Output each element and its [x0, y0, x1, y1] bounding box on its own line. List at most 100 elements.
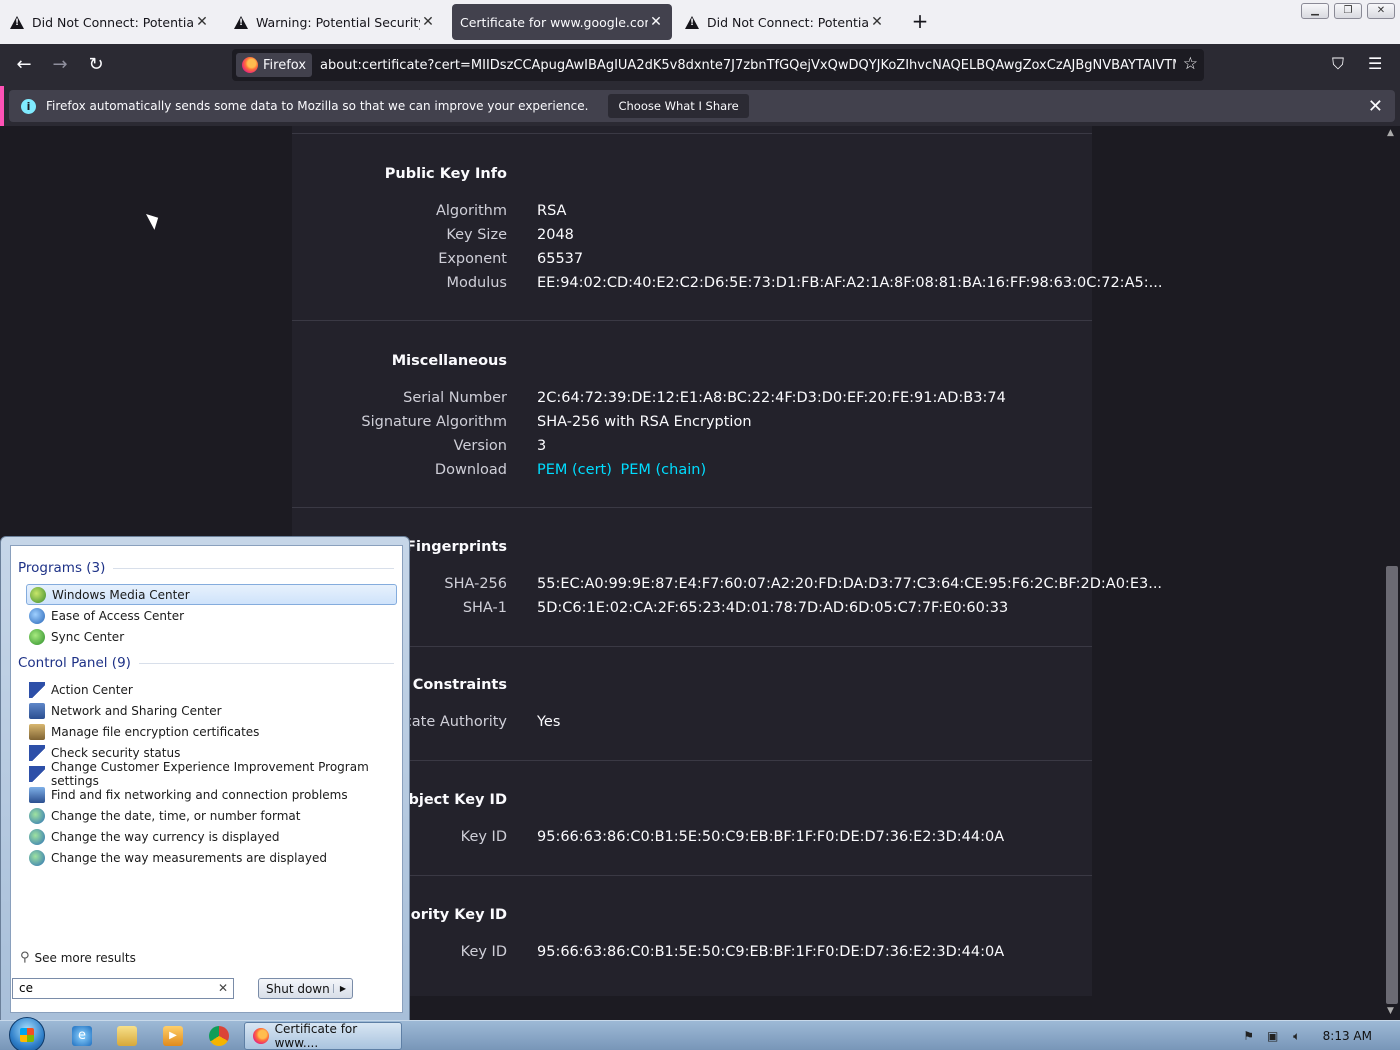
tab-title: Did Not Connect: Potential Security Issu…: [32, 14, 194, 30]
certificate-panel: Public Key Info Algorithm RSA Key Size 2…: [292, 126, 1162, 996]
tab-warning-security-risk[interactable]: Warning: Potential Security Risk Ahead ✕: [226, 4, 444, 40]
result-action-center[interactable]: Action Center: [26, 679, 397, 700]
divider: [138, 662, 394, 664]
result-fix-networking[interactable]: Find and fix networking and connection p…: [26, 784, 397, 805]
row-label: Version: [453, 438, 507, 454]
row-label: SHA-1: [462, 600, 507, 616]
notification-text: Firefox automatically sends some data to…: [46, 99, 589, 113]
row-label: Key ID: [460, 829, 507, 845]
back-button[interactable]: ←: [11, 52, 37, 78]
volume-icon[interactable]: 🔈︎: [1289, 1029, 1305, 1044]
url-text[interactable]: about:certificate?cert=MIIDszCCApugAwIBA…: [320, 58, 1176, 73]
restore-button[interactable]: ❐: [1334, 3, 1362, 19]
tab-did-not-connect-2[interactable]: Did Not Connect: Potential Security Issu…: [677, 4, 893, 40]
shut-down-button[interactable]: Shut down ▶: [258, 978, 353, 999]
pocket-icon[interactable]: ⛉: [1332, 54, 1344, 74]
reload-button[interactable]: ↻: [83, 52, 109, 78]
data-collection-notification: i Firefox automatically sends some data …: [0, 86, 1400, 126]
media-player-icon[interactable]: ▶: [163, 1026, 183, 1046]
close-icon[interactable]: ✕: [420, 14, 436, 30]
vertical-scrollbar[interactable]: ▲ ▼: [1384, 126, 1400, 1020]
row-label: Key ID: [460, 944, 507, 960]
section-title: ic Constraints: [394, 677, 507, 693]
sync-center-icon: [29, 628, 45, 645]
see-more-results-link[interactable]: ⚲ See more results: [20, 950, 136, 965]
tab-did-not-connect-1[interactable]: Did Not Connect: Potential Security Issu…: [2, 4, 218, 40]
result-network-sharing-center[interactable]: Network and Sharing Center: [26, 700, 397, 721]
row-label: cate Authority: [403, 714, 507, 730]
row-label: Exponent: [438, 251, 507, 267]
result-measurements-display[interactable]: Change the way measurements are displaye…: [26, 847, 397, 868]
row-label: Algorithm: [435, 203, 507, 219]
taskbar-firefox-window[interactable]: Certificate for www....: [244, 1022, 402, 1050]
section-fingerprints: Fingerprints SHA-256 55:EC:A0:99:9E:87:E…: [292, 507, 1162, 646]
minimize-button[interactable]: ▁: [1301, 3, 1329, 19]
control-panel-header[interactable]: Control Panel (9): [18, 655, 394, 671]
result-ease-of-access-center[interactable]: Ease of Access Center: [26, 605, 397, 626]
forward-button[interactable]: →: [47, 52, 73, 78]
row-value: 95:66:63:86:C0:B1:5E:50:C9:EB:BF:1F:F0:D…: [537, 944, 1005, 960]
tab-title: Certificate for www.google.com: [460, 14, 648, 30]
choose-what-i-share-button[interactable]: Choose What I Share: [608, 94, 749, 118]
close-icon[interactable]: ✕: [194, 14, 210, 30]
taskbar-window-label: Certificate for www....: [274, 1022, 358, 1050]
internet-explorer-icon[interactable]: e: [72, 1026, 92, 1046]
chrome-icon[interactable]: [209, 1026, 229, 1046]
tab-title: Warning: Potential Security Risk Ahead: [256, 14, 420, 30]
bookmark-star-icon[interactable]: ☆: [1183, 54, 1198, 74]
result-currency-display[interactable]: Change the way currency is displayed: [26, 826, 397, 847]
navigation-toolbar: ← → ↻ Firefox about:certificate?cert=MII…: [0, 44, 1400, 86]
close-icon[interactable]: ✕: [1368, 96, 1383, 117]
close-window-button[interactable]: ✕: [1367, 3, 1395, 19]
scroll-down-icon[interactable]: ▼: [1387, 1006, 1394, 1016]
scroll-up-icon[interactable]: ▲: [1387, 128, 1394, 138]
shut-down-options-arrow-icon[interactable]: ▶: [333, 984, 352, 993]
new-tab-button[interactable]: +: [908, 10, 932, 34]
result-manage-encryption-certificates[interactable]: Manage file encryption certificates: [26, 721, 397, 742]
clear-search-icon[interactable]: ✕: [218, 981, 228, 995]
row-value: 2048: [537, 227, 574, 243]
result-label: Network and Sharing Center: [51, 703, 222, 718]
scrollbar-thumb[interactable]: [1386, 566, 1398, 1004]
file-explorer-icon[interactable]: [117, 1026, 137, 1046]
certificates-icon: [29, 723, 45, 740]
row-version: Version 3: [292, 438, 1092, 462]
row-modulus: Modulus EE:94:02:CD:40:E2:C2:D6:5E:73:D1…: [292, 275, 1162, 299]
pem-cert-link[interactable]: PEM (cert): [537, 462, 612, 478]
shut-down-label: Shut down: [266, 981, 330, 996]
section-public-key-info: Public Key Info Algorithm RSA Key Size 2…: [292, 133, 1162, 320]
result-date-time-format[interactable]: Change the date, time, or number format: [26, 805, 397, 826]
programs-header[interactable]: Programs (3): [18, 560, 394, 576]
row-sha-1: SHA-1 5D:C6:1E:02:CA:2F:65:23:4D:01:78:7…: [292, 600, 1092, 624]
row-label: Download: [434, 462, 507, 478]
row-label: Modulus: [446, 275, 507, 291]
identity-box[interactable]: Firefox: [236, 53, 313, 77]
section-title: Miscellaneous: [391, 353, 507, 369]
result-ceip-settings[interactable]: Change Customer Experience Improvement P…: [26, 760, 397, 788]
firefox-logo-icon: [242, 57, 258, 73]
result-windows-media-center[interactable]: Windows Media Center: [26, 584, 397, 605]
row-exponent: Exponent 65537: [292, 251, 1092, 275]
row-value: 95:66:63:86:C0:B1:5E:50:C9:EB:BF:1F:F0:D…: [537, 829, 1005, 845]
section-title: thority Key ID: [393, 907, 507, 923]
windows-media-center-icon: [30, 586, 46, 603]
section-authority-key-id: thority Key ID Key ID 95:66:63:86:C0:B1:…: [292, 875, 1092, 996]
close-icon[interactable]: ✕: [869, 14, 885, 30]
clock[interactable]: 8:13 AM: [1323, 1029, 1372, 1043]
menu-icon[interactable]: ☰: [1368, 54, 1382, 73]
ease-of-access-icon: [29, 607, 45, 624]
start-search-input[interactable]: ce ✕: [12, 978, 234, 999]
network-icon[interactable]: ▣: [1265, 1029, 1281, 1043]
start-button[interactable]: [9, 1017, 45, 1050]
tab-certificate[interactable]: Certificate for www.google.com ✕: [452, 4, 672, 40]
row-label: Serial Number: [403, 390, 507, 406]
section-miscellaneous: Miscellaneous Serial Number 2C:64:72:39:…: [292, 320, 1092, 507]
tab-strip: Did Not Connect: Potential Security Issu…: [0, 0, 1400, 44]
start-menu: Programs (3) Windows Media Center Ease o…: [0, 536, 410, 1021]
result-label: Windows Media Center: [52, 587, 190, 602]
close-icon[interactable]: ✕: [648, 14, 664, 30]
result-sync-center[interactable]: Sync Center: [26, 626, 397, 647]
pem-chain-link[interactable]: PEM (chain): [621, 462, 707, 478]
action-center-flag-icon[interactable]: ⚑: [1241, 1029, 1257, 1043]
url-bar[interactable]: Firefox about:certificate?cert=MIIDszCCA…: [232, 49, 1204, 81]
